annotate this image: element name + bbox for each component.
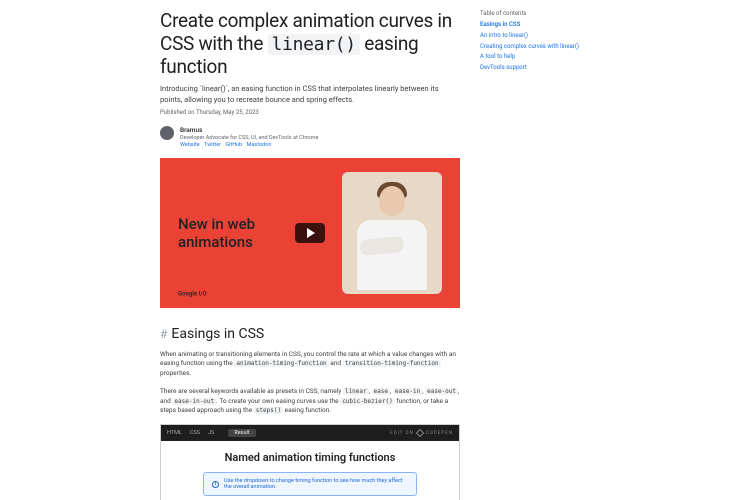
codepen-brand[interactable]: EDIT ON CODEPEN	[390, 430, 453, 436]
play-icon[interactable]	[295, 223, 325, 243]
codepen-embed: HTML CSS JS Result EDIT ON CODEPEN Named…	[160, 424, 460, 500]
codepen-tab-css[interactable]: CSS	[190, 430, 200, 436]
author-links: Website Twitter GitHub Mastodon	[180, 142, 318, 148]
info-icon: i	[212, 481, 219, 488]
author-link-website[interactable]: Website	[180, 142, 200, 148]
author-link-twitter[interactable]: Twitter	[204, 142, 221, 148]
avatar	[160, 126, 174, 140]
toc-link-intro[interactable]: An intro to linear()	[480, 32, 600, 40]
codepen-tabs: HTML CSS JS Result EDIT ON CODEPEN	[161, 425, 459, 441]
anchor-hash-icon[interactable]: #	[160, 327, 167, 341]
codepen-tab-html[interactable]: HTML	[167, 430, 182, 436]
author-link-github[interactable]: GitHub	[225, 142, 242, 148]
author-name: Bramus	[180, 126, 318, 134]
published-date: Published on Thursday, May 25, 2023	[160, 109, 460, 116]
page-title: Create complex animation curves in CSS w…	[160, 10, 460, 78]
toc-link-complex[interactable]: Creating complex curves with linear()	[480, 43, 600, 51]
paragraph-2: There are several keywords available as …	[160, 387, 460, 416]
toc-link-tool[interactable]: A tool to help	[480, 53, 600, 61]
video-logo: Google I/O	[178, 290, 207, 298]
codepen-tab-js[interactable]: JS	[208, 430, 214, 436]
codepen-tab-result[interactable]: Result	[228, 429, 255, 437]
toc-link-devtools[interactable]: DevTools support	[480, 64, 600, 72]
video-headline: New in web animations	[178, 215, 288, 251]
codepen-info-note: i Use the dropdown to change timing func…	[203, 472, 417, 496]
codepen-logo-icon	[416, 429, 424, 437]
section-heading-easings: Easings in CSS	[171, 326, 264, 342]
table-of-contents: Table of contents Easings in CSS An intr…	[480, 10, 600, 75]
paragraph-1: When animating or transitioning elements…	[160, 350, 460, 379]
toc-title: Table of contents	[480, 10, 600, 17]
subtitle: Introducing `linear()`, an easing functi…	[160, 84, 460, 104]
title-code: linear()	[268, 34, 360, 55]
toc-link-easings[interactable]: Easings in CSS	[480, 21, 600, 29]
video-embed[interactable]: New in web animations Google I/O	[160, 158, 460, 308]
codepen-result-title: Named animation timing functions	[175, 451, 445, 464]
author-block: Bramus Developer Advocate for CSS, UI, a…	[160, 126, 460, 148]
author-role: Developer Advocate for CSS, UI, and DevT…	[180, 135, 318, 141]
author-link-mastodon[interactable]: Mastodon	[247, 142, 272, 148]
video-thumbnail-person	[342, 172, 442, 294]
